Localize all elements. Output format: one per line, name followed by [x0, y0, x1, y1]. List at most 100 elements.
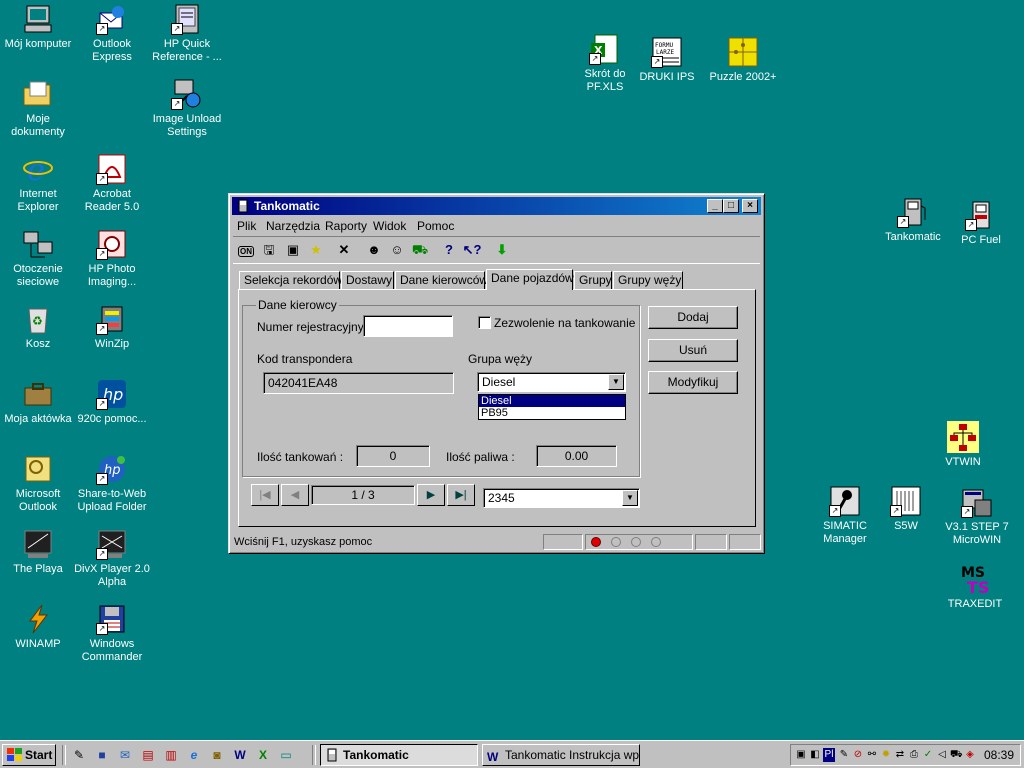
clock[interactable]: 08:39 — [984, 745, 1014, 765]
desktop-icon-network[interactable]: Otoczenie sieciowe — [0, 228, 76, 289]
simatic-icon: ↗ — [829, 485, 861, 517]
tab-dostawy[interactable]: Dostawy — [341, 271, 394, 289]
desktop-icon-internet-explorer[interactable]: e Internet Explorer — [0, 153, 76, 214]
quicklaunch-ie[interactable]: e — [186, 747, 202, 763]
toolbar-button-help[interactable]: ? — [439, 240, 459, 260]
numer-rejestracyjny-input[interactable] — [363, 315, 453, 337]
desktop-icon-outlook-express[interactable]: ↗ Outlook Express — [74, 3, 150, 64]
status-panel — [695, 534, 727, 550]
tray-stop-icon[interactable]: ⊘ — [852, 748, 864, 762]
zezwolenie-checkbox[interactable] — [478, 316, 491, 329]
toolbar-button-vehicle[interactable]: ⛟ — [410, 240, 430, 260]
desktop-icon-microwin[interactable]: ↗ V3.1 STEP 7 MicroWIN — [939, 486, 1015, 547]
dropdown-option-pb95[interactable]: PB95 — [479, 407, 625, 419]
quicklaunch-pdf[interactable]: ▥ — [163, 747, 179, 763]
tray-sun-icon[interactable]: ✹ — [880, 748, 892, 762]
grupa-wezy-select[interactable]: Diesel ▼ — [477, 372, 626, 392]
toolbar-button-delete[interactable]: ✕ — [334, 240, 354, 260]
desktop-icon-winzip[interactable]: ↗ WinZip — [74, 303, 150, 351]
desktop-icon-vtwin[interactable]: VTWIN — [925, 421, 1001, 469]
tray-app-icon[interactable]: ◧ — [809, 748, 821, 762]
title-bar[interactable]: Tankomatic _ □ × — [232, 197, 761, 215]
desktop-icon-recycle-bin[interactable]: ♻ Kosz — [0, 303, 76, 351]
usun-button[interactable]: Usuń — [648, 339, 738, 362]
desktop-icon-acrobat[interactable]: ↗ Acrobat Reader 5.0 — [74, 153, 150, 214]
taskbar-button-tankomatic[interactable]: Tankomatic — [320, 744, 478, 766]
tray-network-icon[interactable]: ⚯ — [866, 748, 878, 762]
desktop-icon-label: 920c pomoc... — [77, 413, 147, 425]
desktop-icon-druki-ips[interactable]: FORMU LARZE ↗ DRUKI IPS — [629, 36, 705, 84]
desktop-icon-tankomatic[interactable]: ↗ Tankomatic — [875, 196, 951, 244]
tab-grupy-wezy[interactable]: Grupy węży — [613, 271, 683, 289]
quicklaunch-desktop[interactable]: ✎ — [71, 747, 87, 763]
close-button[interactable]: × — [742, 199, 758, 213]
desktop-icon-my-computer[interactable]: Mój komputer — [0, 3, 76, 51]
quicklaunch-outlook[interactable]: ◙ — [209, 747, 225, 763]
first-record-button[interactable]: |◀ — [251, 484, 279, 506]
desktop-icon-winamp[interactable]: WINAMP — [0, 603, 76, 651]
menu-raporty[interactable]: Raporty — [325, 219, 367, 233]
menu-pomoc[interactable]: Pomoc — [417, 219, 454, 233]
desktop-icon-windows-commander[interactable]: ↗ Windows Commander — [74, 603, 150, 664]
desktop-icon-ms-outlook[interactable]: Microsoft Outlook — [0, 453, 76, 514]
desktop-icon-the-playa[interactable]: The Playa — [0, 528, 76, 576]
desktop-icon-920c[interactable]: hp ↗ 920c pomoc... — [74, 378, 150, 426]
desktop-icon-image-unload[interactable]: ↗ Image Unload Settings — [149, 78, 225, 139]
desktop-icon-hp-photo[interactable]: ↗ HP Photo Imaging... — [74, 228, 150, 289]
toolbar-button-download[interactable]: ⬇ — [492, 240, 512, 260]
start-button[interactable]: Start — [2, 744, 56, 766]
maximize-button[interactable]: □ — [723, 199, 739, 213]
desktop-icon-traxedit[interactable]: MS TS TRAXEDIT — [937, 563, 1013, 611]
toolbar-button-drivers[interactable]: ☺ — [387, 240, 407, 260]
taskbar-button-word-doc[interactable]: W Tankomatic Instrukcja wpr... — [482, 744, 640, 766]
quicklaunch-word[interactable]: W — [232, 747, 248, 763]
tray-tool-icon[interactable]: ✎ — [838, 748, 850, 762]
desktop-icon-briefcase[interactable]: Moja aktówka — [0, 378, 76, 426]
minimize-button[interactable]: _ — [707, 199, 723, 213]
desktop-icon-divx[interactable]: ↗ DivX Player 2.0 Alpha — [74, 528, 150, 589]
dodaj-button[interactable]: Dodaj — [648, 306, 738, 329]
toolbar-button-context-help[interactable]: ↖? — [462, 240, 482, 260]
quicklaunch-outlook-express[interactable]: ✉ — [117, 747, 133, 763]
tray-check-icon[interactable]: ✓ — [922, 748, 934, 762]
speaker-icon[interactable]: ◁ — [936, 748, 948, 762]
tab-selekcja-rekordow[interactable]: Selekcja rekordów — [239, 271, 342, 289]
record-select[interactable]: 2345 ▼ — [483, 488, 640, 508]
dropdown-button[interactable]: ▼ — [608, 374, 624, 390]
desktop-icon-puzzle[interactable]: Puzzle 2002+ — [705, 36, 781, 84]
tray-link-icon[interactable]: ⇄ — [894, 748, 906, 762]
briefcase-icon — [22, 378, 54, 410]
quicklaunch-terminal[interactable]: ▭ — [278, 747, 294, 763]
menu-plik[interactable]: Plik — [237, 219, 256, 233]
desktop-icon-share-to-web[interactable]: hp ↗ Share-to-Web Upload Folder — [74, 453, 150, 514]
desktop-icon-s5w[interactable]: ↗ S5W — [868, 485, 944, 533]
settings-icon: ↗ — [171, 78, 203, 110]
menu-narzedzia[interactable]: Narzędzia — [266, 219, 320, 233]
dropdown-button[interactable]: ▼ — [622, 490, 638, 506]
tray-monitor-icon[interactable]: ▣ — [795, 748, 807, 762]
quicklaunch-calc[interactable]: ▤ — [140, 747, 156, 763]
next-record-button[interactable]: ▶ — [417, 484, 445, 506]
desktop-icon-pc-fuel[interactable]: ↗ PC Fuel — [943, 199, 1019, 247]
tab-dane-kierowcow[interactable]: Dane kierowców — [395, 271, 488, 289]
quicklaunch-floppy[interactable]: ■ — [94, 747, 110, 763]
prev-record-button[interactable]: ◀ — [281, 484, 309, 506]
toolbar-button-save[interactable]: 🖫 — [259, 240, 279, 260]
quicklaunch-excel[interactable]: X — [255, 747, 271, 763]
tray-printer-icon[interactable]: ⎙ — [908, 748, 920, 762]
tab-grupy[interactable]: Grupy — [574, 271, 612, 289]
modyfikuj-button[interactable]: Modyfikuj — [648, 371, 738, 394]
desktop-icon-hp-quick-reference[interactable]: ↗ HP Quick Reference - ... — [149, 3, 225, 64]
tray-pl-icon[interactable]: Pl — [823, 748, 835, 762]
desktop-icon-my-documents[interactable]: Moje dokumenty — [0, 78, 76, 139]
menu-widok[interactable]: Widok — [373, 219, 406, 233]
toolbar-button-on[interactable]: ON — [236, 240, 256, 260]
dropdown-option-diesel[interactable]: Diesel — [479, 395, 625, 407]
tray-alert-icon[interactable]: ◈ — [964, 748, 976, 762]
toolbar-button-star[interactable]: ★ — [306, 240, 326, 260]
tray-car-icon[interactable]: ⛟ — [950, 748, 963, 762]
toolbar-button-driver[interactable]: ☻ — [364, 240, 384, 260]
toolbar-button-image[interactable]: ▣ — [283, 240, 303, 260]
tab-dane-pojazdow[interactable]: Dane pojazdów — [486, 269, 574, 290]
last-record-button[interactable]: ▶| — [447, 484, 475, 506]
